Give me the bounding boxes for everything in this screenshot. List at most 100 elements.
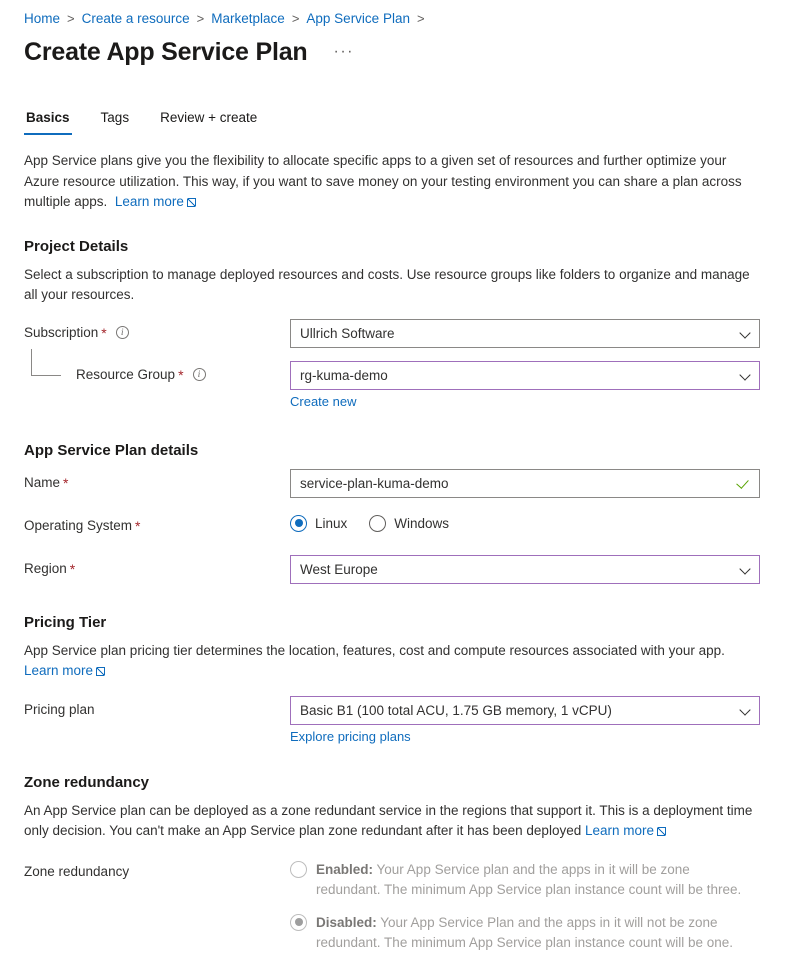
intro-paragraph: App Service plans give you the flexibili…	[24, 151, 764, 213]
breadcrumb-item-app-service-plan[interactable]: App Service Plan	[306, 9, 410, 29]
required-marker: *	[178, 366, 184, 383]
required-marker: *	[101, 324, 107, 341]
create-new-resource-group-link[interactable]: Create new	[290, 394, 356, 409]
zone-disabled-title: Disabled:	[316, 914, 377, 930]
name-row: Name * service-plan-kuma-demo	[24, 468, 776, 498]
radio-option-zone-enabled[interactable]: Enabled: Your App Service plan and the a…	[290, 860, 760, 901]
operating-system-radio-group: Linux Windows	[290, 512, 760, 532]
breadcrumb-separator: >	[416, 11, 425, 26]
name-input[interactable]: service-plan-kuma-demo	[290, 468, 760, 498]
explore-pricing-plans-link[interactable]: Explore pricing plans	[290, 729, 411, 744]
radio-option-linux[interactable]: Linux	[290, 514, 348, 532]
resource-group-label-text: Resource Group	[76, 366, 176, 382]
pricing-plan-field: Basic B1 (100 total ACU, 1.75 GB memory,…	[290, 695, 760, 746]
region-dropdown[interactable]: West Europe	[290, 554, 760, 584]
tab-tags[interactable]: Tags	[99, 109, 132, 135]
create-app-service-plan-page: Home > Create a resource > Marketplace >…	[0, 0, 800, 957]
name-field: service-plan-kuma-demo	[290, 468, 760, 498]
pricing-plan-label-text: Pricing plan	[24, 701, 95, 717]
chevron-down-icon	[740, 370, 751, 381]
zone-enabled-text: Your App Service plan and the apps in it…	[316, 861, 742, 898]
project-details-description: Select a subscription to manage deployed…	[24, 266, 750, 303]
radio-icon-windows[interactable]	[369, 514, 387, 532]
zone-redundancy-row: Zone redundancy Enabled: Your App Servic…	[24, 858, 776, 957]
required-marker: *	[135, 517, 141, 534]
pricing-plan-row: Pricing plan Basic B1 (100 total ACU, 1.…	[24, 695, 776, 746]
intro-learn-more-link[interactable]: Learn more	[115, 194, 196, 209]
zone-disabled-text: Your App Service Plan and the apps in it…	[316, 914, 733, 951]
radio-icon-zone-disabled[interactable]	[290, 913, 307, 931]
name-label-text: Name	[24, 474, 61, 490]
info-icon[interactable]: i	[115, 326, 129, 339]
pricing-tier-description-text: App Service plan pricing tier determines…	[24, 642, 725, 658]
breadcrumb-separator: >	[67, 11, 75, 26]
external-link-icon	[186, 198, 196, 207]
pricing-plan-label: Pricing plan	[24, 696, 290, 719]
pricing-tier-learn-more-link[interactable]: Learn more	[24, 663, 106, 678]
chevron-down-icon	[740, 328, 751, 339]
radio-option-windows[interactable]: Windows	[369, 514, 450, 532]
breadcrumb: Home > Create a resource > Marketplace >…	[24, 0, 776, 29]
required-marker: *	[63, 474, 69, 491]
project-details-heading: Project Details	[24, 237, 129, 255]
radio-label-windows: Windows	[394, 515, 450, 531]
subscription-value: Ullrich Software	[300, 325, 395, 341]
radio-icon-linux[interactable]	[290, 514, 307, 532]
pricing-plan-dropdown[interactable]: Basic B1 (100 total ACU, 1.75 GB memory,…	[290, 695, 760, 725]
resource-group-label: Resource Group * i	[24, 361, 290, 384]
operating-system-row: Operating System * Linux Windows	[24, 512, 776, 540]
tab-basics[interactable]: Basics	[24, 109, 72, 135]
pricing-plan-value: Basic B1 (100 total ACU, 1.75 GB memory,…	[300, 702, 612, 718]
breadcrumb-item-marketplace[interactable]: Marketplace	[211, 9, 285, 29]
pricing-tier-description: App Service plan pricing tier determines…	[24, 641, 764, 682]
title-row: Create App Service Plan ···	[24, 36, 776, 68]
region-label-text: Region	[24, 560, 67, 576]
pricing-tier-heading: Pricing Tier	[24, 613, 107, 631]
external-link-icon	[96, 667, 106, 676]
resource-group-dropdown[interactable]: rg-kuma-demo	[290, 360, 760, 390]
zone-redundancy-field: Enabled: Your App Service plan and the a…	[290, 858, 760, 957]
valid-check-icon	[737, 476, 751, 490]
external-link-icon	[657, 827, 667, 836]
zone-redundancy-label: Zone redundancy	[24, 863, 130, 879]
region-field: West Europe	[290, 554, 760, 584]
operating-system-field: Linux Windows	[290, 512, 760, 532]
resource-group-field: rg-kuma-demo Create new	[290, 360, 760, 411]
tab-bar: Basics Tags Review + create	[24, 109, 776, 135]
radio-label-zone-disabled: Disabled: Your App Service Plan and the …	[316, 913, 756, 954]
zone-redundancy-radio-group: Enabled: Your App Service plan and the a…	[290, 858, 760, 954]
page-title: Create App Service Plan	[24, 38, 308, 66]
subscription-field: Ullrich Software	[290, 318, 760, 348]
radio-label-linux: Linux	[315, 515, 348, 531]
radio-option-zone-disabled[interactable]: Disabled: Your App Service Plan and the …	[290, 913, 760, 954]
subscription-row: Subscription * i Ullrich Software	[24, 318, 776, 348]
resource-group-value: rg-kuma-demo	[300, 367, 388, 383]
name-value: service-plan-kuma-demo	[300, 475, 449, 491]
radio-icon-zone-enabled[interactable]	[290, 860, 307, 878]
zone-redundancy-learn-more-link[interactable]: Learn more	[585, 823, 667, 838]
more-options-icon[interactable]: ···	[330, 43, 358, 61]
operating-system-label-text: Operating System	[24, 517, 133, 533]
chevron-down-icon	[740, 705, 751, 716]
operating-system-label: Operating System *	[24, 512, 290, 535]
zone-redundancy-description: An App Service plan can be deployed as a…	[24, 801, 764, 842]
breadcrumb-separator: >	[196, 11, 205, 26]
chevron-down-icon	[740, 564, 751, 575]
breadcrumb-item-home[interactable]: Home	[24, 9, 60, 29]
subscription-dropdown[interactable]: Ullrich Software	[290, 318, 760, 348]
subscription-label-text: Subscription	[24, 324, 99, 340]
required-marker: *	[69, 560, 76, 577]
region-value: West Europe	[300, 561, 378, 577]
region-label: Region *	[24, 555, 290, 578]
radio-label-zone-enabled: Enabled: Your App Service plan and the a…	[316, 860, 756, 901]
region-row: Region * West Europe	[24, 554, 776, 584]
zone-redundancy-heading: Zone redundancy	[24, 773, 150, 791]
breadcrumb-separator: >	[291, 11, 300, 26]
subscription-label: Subscription * i	[24, 319, 290, 342]
zone-enabled-title: Enabled:	[316, 861, 374, 877]
breadcrumb-item-create-a-resource[interactable]: Create a resource	[82, 9, 190, 29]
plan-details-heading: App Service Plan details	[24, 441, 199, 459]
resource-group-row: Resource Group * i rg-kuma-demo Create ne…	[24, 360, 776, 411]
info-icon[interactable]: i	[192, 368, 206, 381]
tab-review-create[interactable]: Review + create	[158, 109, 259, 135]
